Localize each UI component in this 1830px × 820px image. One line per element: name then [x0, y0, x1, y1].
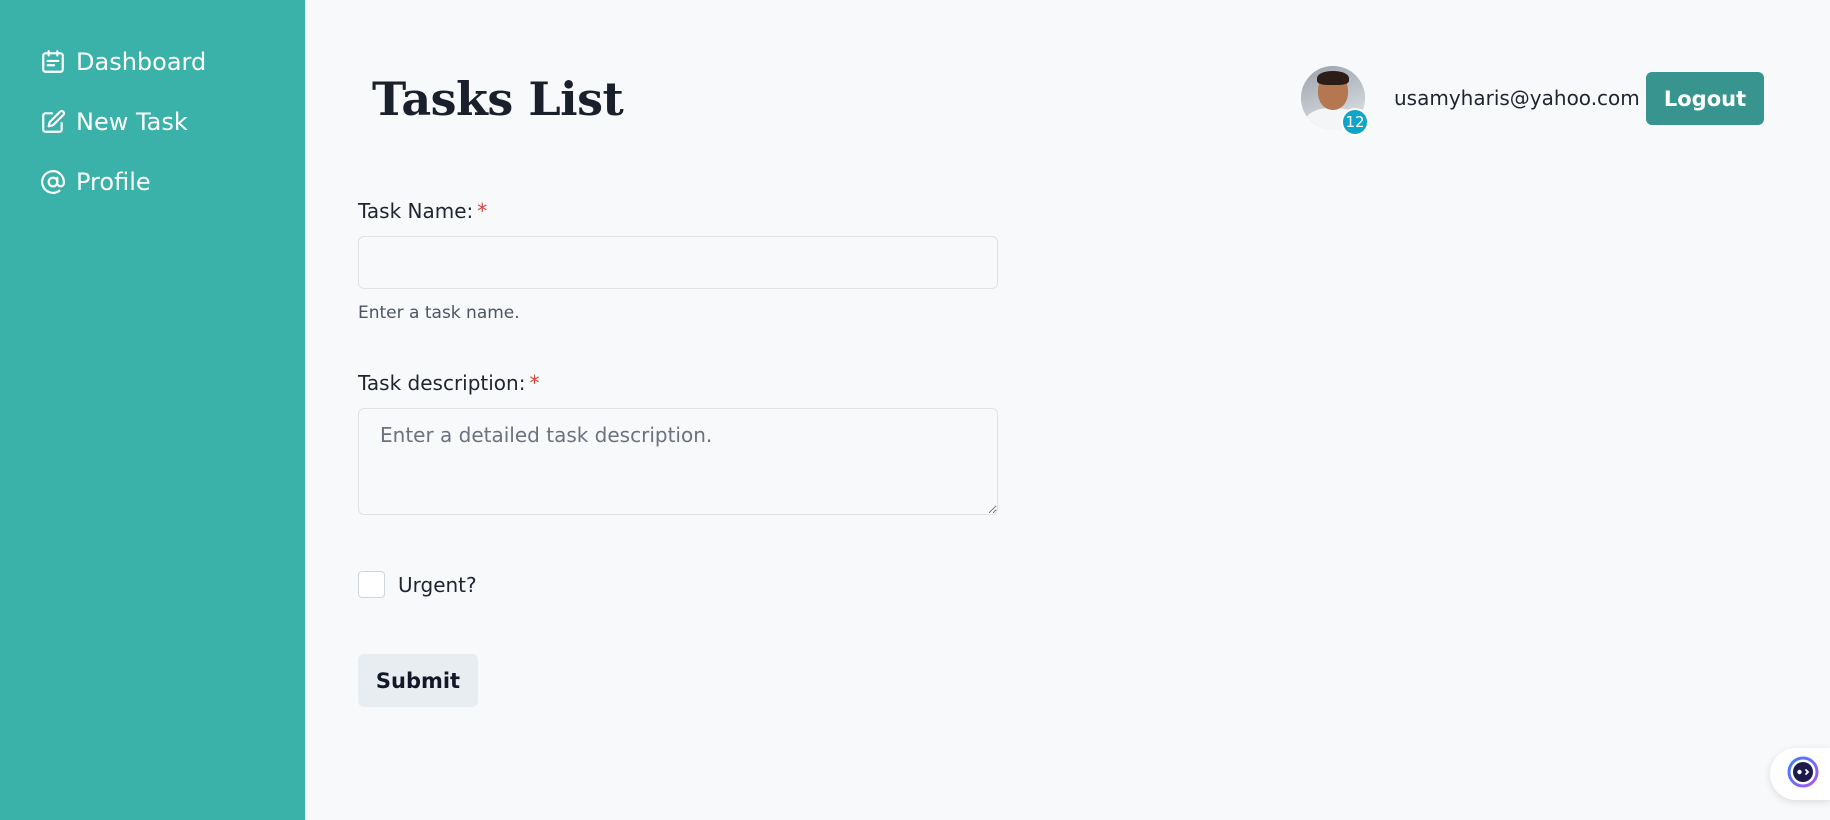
task-description-label: Task description: * [358, 371, 998, 395]
notification-badge: 12 [1341, 108, 1369, 136]
user-email: usamyharis@yahoo.com [1394, 86, 1640, 110]
required-mark: * [477, 199, 488, 223]
new-task-form: Task Name: * Enter a task name. Task desc… [358, 199, 998, 707]
urgent-checkbox[interactable] [358, 571, 385, 598]
submit-button[interactable]: Submit [358, 654, 478, 707]
urgent-row: Urgent? [358, 571, 998, 598]
main-content: Tasks List 12 usamyharis@yahoo.com Logou… [305, 0, 1830, 820]
edit-icon [40, 109, 66, 135]
avatar[interactable]: 12 [1301, 66, 1369, 136]
task-description-label-text: Task description: [358, 371, 526, 395]
sidebar-item-new-task[interactable]: New Task [0, 102, 305, 142]
urgent-label[interactable]: Urgent? [398, 573, 477, 597]
task-name-helper: Enter a task name. [358, 303, 520, 323]
user-menu: 12 usamyharis@yahoo.com [1301, 66, 1640, 136]
sidebar: Dashboard New Task Profile [0, 0, 305, 820]
assistant-icon [1787, 756, 1819, 792]
task-name-label-text: Task Name: [358, 199, 474, 223]
required-mark: * [529, 371, 540, 395]
task-description-textarea[interactable] [358, 408, 998, 515]
sidebar-item-dashboard[interactable]: Dashboard [0, 42, 305, 82]
calendar-icon [40, 49, 66, 75]
assistant-launcher[interactable] [1770, 748, 1830, 800]
sidebar-item-label: Dashboard [76, 48, 207, 76]
sidebar-item-profile[interactable]: Profile [0, 162, 305, 202]
sidebar-item-label: New Task [76, 108, 188, 136]
logout-button[interactable]: Logout [1646, 72, 1764, 125]
at-sign-icon [40, 169, 66, 195]
sidebar-item-label: Profile [76, 168, 151, 196]
task-name-label: Task Name: * [358, 199, 998, 223]
task-name-input[interactable] [358, 236, 998, 289]
page-title: Tasks List [372, 72, 624, 126]
